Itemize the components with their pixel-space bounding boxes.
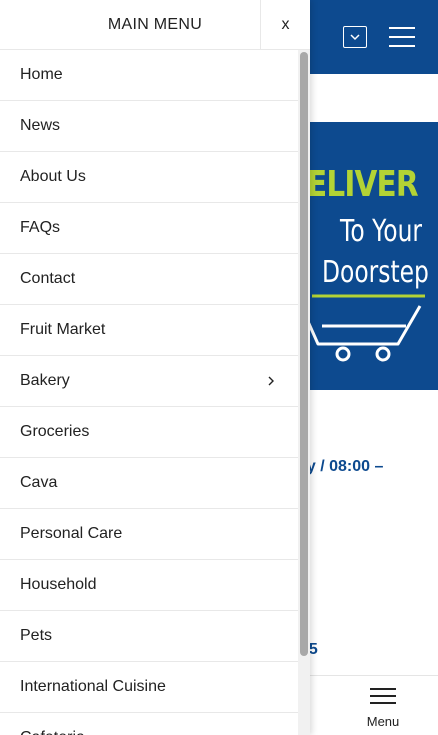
menu-item-cava[interactable]: Cava: [0, 458, 298, 509]
menu-item-fruit-market[interactable]: Fruit Market: [0, 305, 298, 356]
bottom-menu-label: Menu: [366, 714, 400, 729]
menu-item-home[interactable]: Home: [0, 50, 298, 101]
menu-item-bakery-label: Bakery: [20, 372, 70, 389]
menu-item-household[interactable]: Household: [0, 560, 298, 611]
menu-scrollbar-thumb[interactable]: [300, 52, 308, 656]
chevron-down-icon: [350, 33, 360, 40]
menu-item-groceries[interactable]: Groceries: [0, 407, 298, 458]
menu-item-international-cuisine[interactable]: International Cuisine: [0, 662, 298, 713]
menu-item-bakery[interactable]: Bakery: [0, 356, 298, 407]
header-hamburger-icon[interactable]: [389, 27, 415, 47]
banner-line-2: To Your: [340, 214, 423, 249]
main-menu-list: Home News About Us FAQs Contact Fruit Ma…: [0, 50, 298, 735]
main-menu-header: MAIN MENU x: [0, 0, 310, 50]
language-dropdown-button[interactable]: [343, 26, 367, 48]
close-menu-button[interactable]: x: [260, 0, 310, 50]
menu-scrollbar[interactable]: [298, 50, 310, 735]
menu-item-about-us[interactable]: About Us: [0, 152, 298, 203]
main-menu-panel: MAIN MENU x Home News About Us FAQs Cont…: [0, 0, 310, 735]
banner-headline: ELIVER: [307, 164, 419, 205]
hamburger-icon: [370, 688, 396, 704]
menu-item-contact[interactable]: Contact: [0, 254, 298, 305]
menu-item-news[interactable]: News: [0, 101, 298, 152]
bottom-menu-button[interactable]: Menu: [358, 680, 408, 732]
menu-item-personal-care[interactable]: Personal Care: [0, 509, 298, 560]
shopping-cart-icon: [300, 294, 425, 362]
banner-line-3: Doorstep: [322, 255, 429, 290]
opening-hours-text: ay / 08:00 –: [298, 458, 384, 475]
chevron-right-icon[interactable]: [264, 374, 278, 388]
menu-item-faqs[interactable]: FAQs: [0, 203, 298, 254]
menu-item-pets[interactable]: Pets: [0, 611, 298, 662]
menu-item-cafeteria[interactable]: Cafeteria: [0, 713, 298, 735]
